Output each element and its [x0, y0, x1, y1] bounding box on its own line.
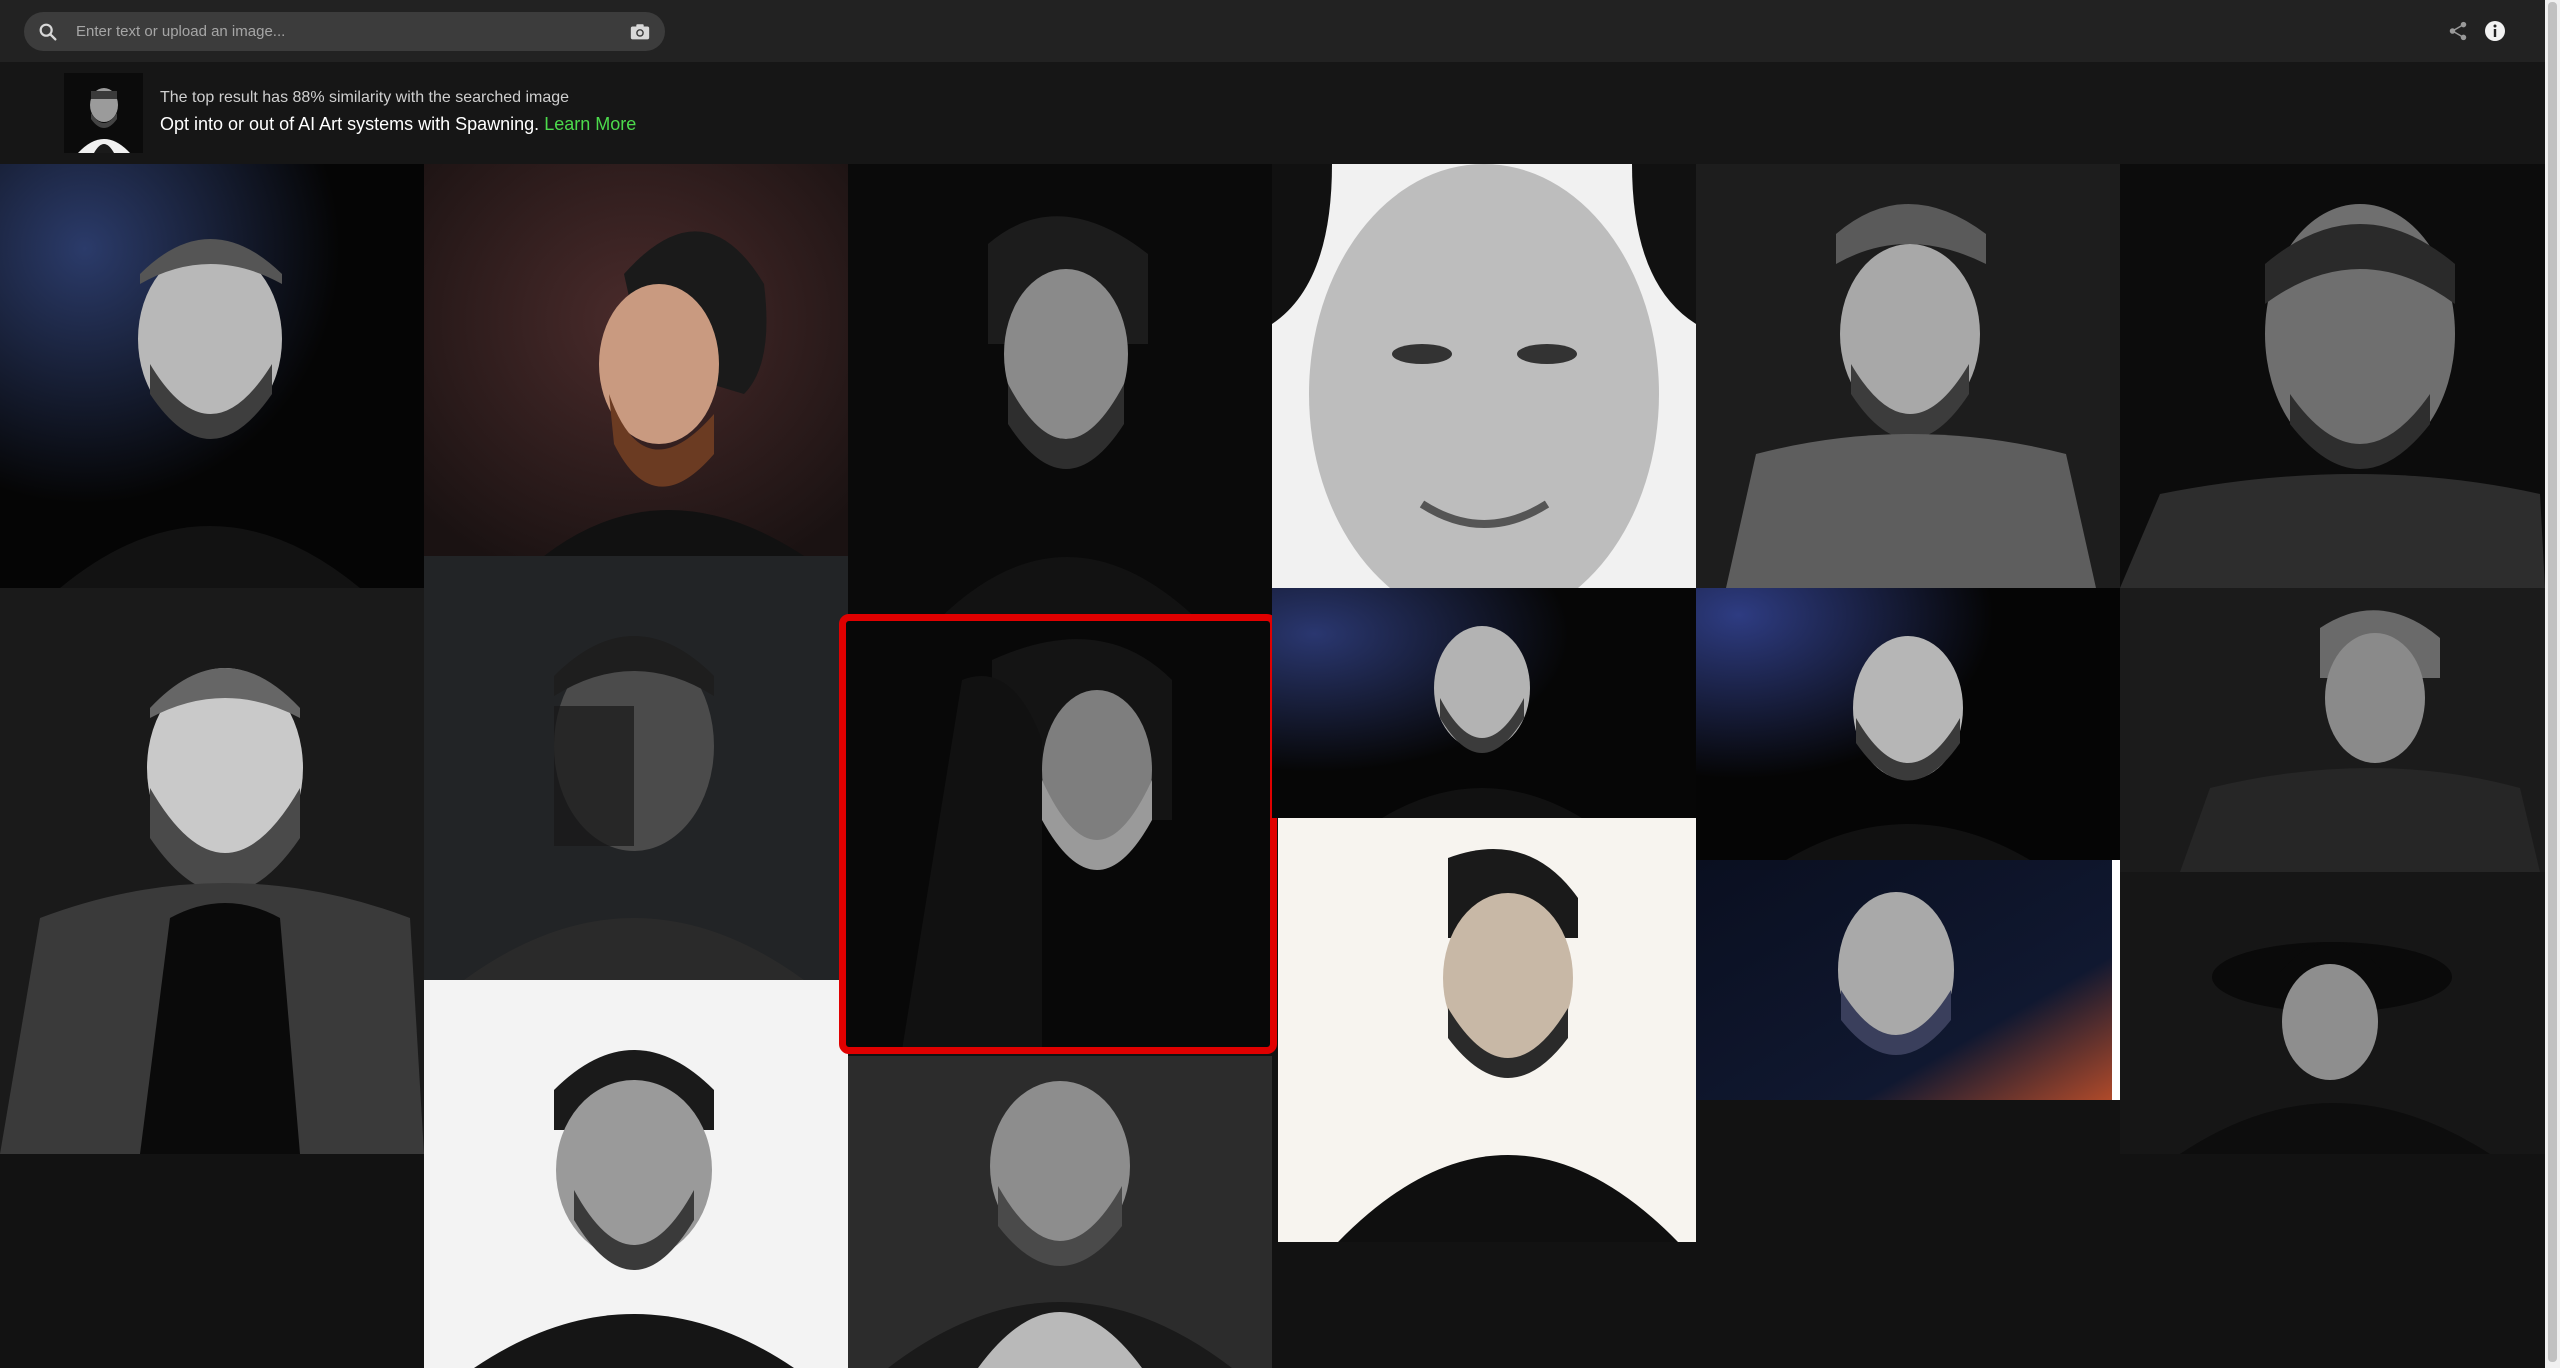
search-icon[interactable] — [37, 21, 59, 43]
search-input[interactable] — [64, 12, 624, 51]
result-image[interactable] — [1696, 164, 2120, 588]
result-image[interactable] — [1278, 818, 1696, 1242]
result-image[interactable] — [424, 980, 848, 1368]
result-image[interactable] — [0, 164, 424, 588]
result-image[interactable] — [0, 588, 424, 1154]
share-icon[interactable] — [2447, 20, 2469, 42]
learn-more-link[interactable]: Learn More — [544, 114, 636, 134]
image-edge — [2112, 860, 2120, 1100]
result-image[interactable] — [1696, 860, 2112, 1100]
similarity-text: The top result has 88% similarity with t… — [160, 89, 570, 106]
top-bar — [0, 0, 2545, 62]
searched-image-thumbnail — [64, 73, 143, 153]
result-image[interactable] — [424, 164, 848, 556]
result-image[interactable] — [2120, 872, 2545, 1154]
camera-icon[interactable] — [629, 21, 651, 43]
info-icon[interactable] — [2483, 19, 2507, 43]
result-image[interactable] — [1272, 588, 1696, 818]
scrollbar-thumb[interactable] — [2548, 2, 2557, 1362]
vertical-scrollbar[interactable] — [2545, 0, 2560, 1368]
result-image[interactable] — [1696, 588, 2120, 860]
result-image-top-match[interactable] — [842, 620, 1272, 1050]
result-image[interactable] — [2120, 588, 2545, 872]
result-image[interactable] — [2120, 164, 2545, 588]
result-image[interactable] — [424, 556, 848, 980]
result-image[interactable] — [848, 1056, 1272, 1368]
result-image[interactable] — [848, 164, 1272, 620]
result-image[interactable] — [1272, 164, 1696, 588]
opt-out-message: Opt into or out of AI Art systems with S… — [160, 114, 540, 134]
opt-out-text: Opt into or out of AI Art systems with S… — [160, 114, 636, 135]
search-box[interactable] — [24, 12, 665, 51]
result-banner — [0, 62, 2545, 164]
